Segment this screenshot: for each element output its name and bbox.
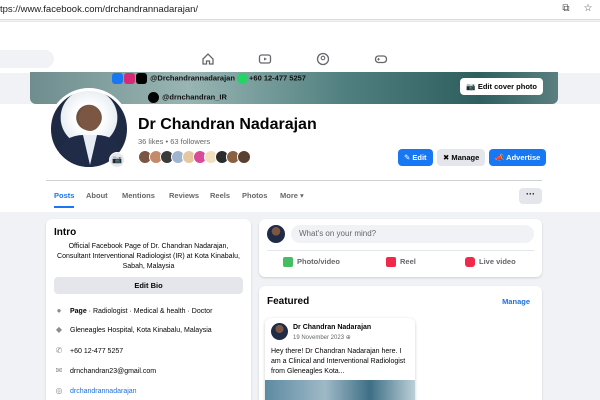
- tab-more[interactable]: More ▾: [280, 184, 304, 208]
- manage-label: Manage: [451, 153, 480, 162]
- photo-video-button[interactable]: Photo/video: [283, 257, 340, 268]
- composer-divider: [267, 250, 534, 251]
- photo-icon: [283, 257, 293, 268]
- post-text: Hey there! Dr Chandran Nadarajan here. I…: [271, 348, 406, 375]
- reel-icon: [386, 257, 396, 268]
- intro-title: Intro: [54, 227, 77, 238]
- edit-cover-photo-button[interactable]: 📷 Edit cover photo: [460, 78, 543, 95]
- url-text[interactable]: tps://www.facebook.com/drchandrannadaraj…: [0, 4, 198, 15]
- tab-photos[interactable]: Photos: [242, 184, 267, 208]
- featured-card: Featured Manage Dr Chandran Nadarajan 19…: [259, 286, 542, 400]
- reel-button[interactable]: Reel: [386, 257, 416, 268]
- post-author-avatar[interactable]: [271, 323, 288, 340]
- post-date-text: 19 November 2023: [293, 335, 345, 341]
- tab-reviews[interactable]: Reviews: [169, 184, 199, 208]
- facebook-top-nav: [0, 47, 600, 73]
- groups-icon[interactable]: [316, 52, 330, 66]
- cover-social-line: @Drchandrannadarajan +60 12-477 5257: [112, 73, 306, 84]
- intro-bio: Official Facebook Page of Dr. Chandran N…: [57, 243, 240, 270]
- browser-address-bar[interactable]: tps://www.facebook.com/drchandrannadaraj…: [0, 0, 600, 20]
- search-box[interactable]: [0, 50, 54, 68]
- composer-avatar[interactable]: [267, 225, 285, 243]
- install-app-icon[interactable]: ⧉: [560, 3, 572, 15]
- edit-button[interactable]: ✎ Edit: [398, 149, 433, 166]
- live-video-icon: [465, 257, 475, 268]
- cover-handle-2: @drnchandran_IR: [162, 92, 227, 102]
- reel-label: Reel: [400, 257, 416, 266]
- post-author-name[interactable]: Dr Chandran Nadarajan: [293, 324, 371, 331]
- featured-title: Featured: [267, 296, 310, 307]
- live-video-button[interactable]: Live video: [465, 257, 516, 268]
- tiktok-icon: [136, 73, 147, 84]
- gaming-icon[interactable]: [374, 52, 388, 66]
- instagram-row[interactable]: ◎ drchandrannadarajan: [54, 386, 137, 396]
- location-text: Gleneagles Hospital, Kota Kinabalu, Mala…: [70, 326, 212, 334]
- featured-manage-link[interactable]: Manage: [502, 297, 530, 306]
- tab-mentions[interactable]: Mentions: [122, 184, 155, 208]
- tab-reels[interactable]: Reels: [210, 184, 230, 208]
- cover-social-line-2: @drnchandran_IR: [148, 92, 227, 103]
- follower-avatars[interactable]: [138, 150, 251, 166]
- page-category-row: ● Page · Radiologist · Medical & health ·…: [54, 306, 213, 316]
- photo-label: Photo/video: [297, 257, 340, 266]
- intro-card: Intro Official Facebook Page of Dr. Chan…: [46, 219, 251, 400]
- camera-icon: 📷: [466, 82, 476, 91]
- location-pin-icon: ◆: [55, 325, 63, 334]
- x-twitter-icon: [148, 92, 159, 103]
- globe-icon: ⊕: [345, 335, 351, 341]
- email-row: ✉ drnchandran23@gmail.com: [54, 366, 156, 376]
- update-avatar-camera-icon[interactable]: 📷: [109, 152, 125, 168]
- featured-post[interactable]: Dr Chandran Nadarajan 19 November 2023 ⊕…: [265, 318, 415, 400]
- cover-phone: +60 12-477 5257: [249, 73, 306, 83]
- edit-bio-button[interactable]: Edit Bio: [54, 277, 243, 294]
- instagram-icon: [124, 73, 135, 84]
- cover-handle: @Drchandrannadarajan: [150, 73, 235, 83]
- tab-posts[interactable]: Posts: [54, 184, 75, 208]
- more-options-button[interactable]: ···: [519, 188, 542, 204]
- whatsapp-icon: [237, 73, 249, 84]
- location-row: ◆ Gleneagles Hospital, Kota Kinabalu, Mal…: [54, 325, 212, 335]
- header-divider: [46, 180, 542, 181]
- browser-toolbar-strip: [0, 21, 600, 47]
- facebook-icon: [112, 73, 123, 84]
- tab-about[interactable]: About: [86, 184, 108, 208]
- edit-label: Edit: [412, 153, 427, 162]
- post-composer: What's on your mind? Photo/video Reel Li…: [259, 219, 542, 277]
- page-categories: · Radiologist · Medical & health · Docto…: [86, 307, 213, 315]
- email-text: drnchandran23@gmail.com: [70, 367, 157, 375]
- post-image[interactable]: [265, 380, 415, 400]
- page-label: Page: [70, 307, 87, 315]
- advertise-label: Advertise: [506, 153, 541, 162]
- live-label: Live video: [479, 257, 516, 266]
- bookmark-star-icon[interactable]: ☆: [582, 3, 594, 15]
- whats-on-your-mind-input[interactable]: What's on your mind?: [291, 225, 534, 243]
- post-date[interactable]: 19 November 2023 ⊕: [293, 334, 351, 341]
- edit-cover-label: Edit cover photo: [477, 82, 537, 91]
- manage-button[interactable]: ✖ Manage: [437, 149, 486, 166]
- instagram-link[interactable]: drchandrannadarajan: [70, 388, 137, 395]
- home-icon[interactable]: [201, 52, 215, 66]
- avatar-face: [79, 105, 101, 131]
- video-icon[interactable]: [258, 52, 272, 66]
- instagram-icon: ◎: [55, 386, 63, 395]
- info-icon: ●: [56, 306, 62, 315]
- phone-row: ✆ +60 12-477 5257: [54, 346, 124, 356]
- likes-followers[interactable]: 36 likes • 63 followers: [138, 137, 210, 146]
- advertise-button[interactable]: 📣 Advertise: [489, 149, 547, 166]
- phone-icon: ✆: [55, 346, 63, 355]
- phone-text: +60 12-477 5257: [70, 347, 124, 355]
- page-title: Dr Chandran Nadarajan: [138, 116, 317, 133]
- email-icon: ✉: [55, 366, 63, 375]
